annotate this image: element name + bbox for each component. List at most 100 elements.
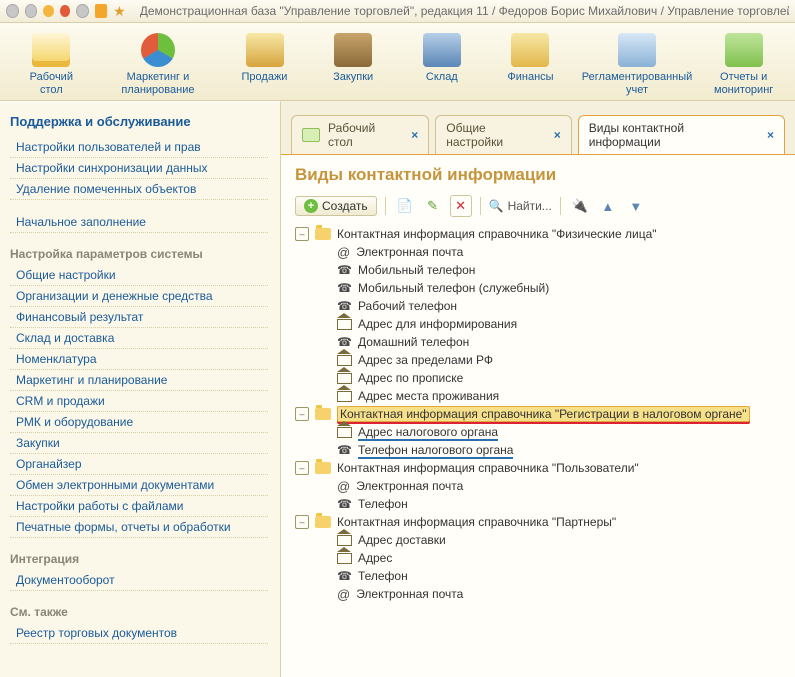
sidebar-group-integration: Интеграция <box>10 552 268 566</box>
tree-item[interactable]: @Электронная почта <box>317 243 781 261</box>
tab-label: Общие настройки <box>446 121 546 149</box>
sidebar-link-int-0[interactable]: Документооборот <box>10 570 268 591</box>
nav-label: Продажи <box>224 71 305 84</box>
tree-item[interactable]: Адрес доставки <box>317 531 781 549</box>
finance-icon <box>511 33 549 67</box>
home-icon[interactable] <box>95 4 107 18</box>
tree-folder[interactable]: –Контактная информация справочника "Физи… <box>295 225 781 243</box>
tab-desk[interactable]: Рабочий стол× <box>291 115 429 154</box>
tab-close-icon[interactable]: × <box>554 128 561 142</box>
tree-item[interactable]: ☎Телефон <box>317 495 781 513</box>
sidebar-link-param-7[interactable]: РМК и оборудование <box>10 412 268 433</box>
tree-item[interactable]: ☎ Рабочий телефон <box>317 297 781 315</box>
tree-item[interactable]: Адрес по прописке <box>317 369 781 387</box>
nav-label: Регламентированныйучет <box>579 71 696 96</box>
move-down-button[interactable]: ▼ <box>625 195 647 217</box>
sidebar: Поддержка и обслуживание Настройки польз… <box>0 101 281 677</box>
tree-toggle[interactable]: – <box>295 515 309 529</box>
sidebar-link-param-5[interactable]: Маркетинг и планирование <box>10 370 268 391</box>
sidebar-link-param-9[interactable]: Органайзер <box>10 454 268 475</box>
nav-sales[interactable]: Продажи <box>223 27 306 98</box>
star-icon[interactable]: ★ <box>113 3 126 20</box>
desk-icon <box>302 128 320 142</box>
tree-view[interactable]: –Контактная информация справочника "Физи… <box>295 225 781 603</box>
address-icon <box>337 319 352 330</box>
nav-desk[interactable]: Рабочийстол <box>10 27 93 98</box>
tree-label: Адрес за пределами РФ <box>358 353 493 367</box>
phone-icon: ☎ <box>337 299 352 313</box>
tree-item[interactable]: Адрес за пределами РФ <box>317 351 781 369</box>
mail-icon: @ <box>337 245 350 260</box>
sidebar-link-param-0[interactable]: Общие настройки <box>10 265 268 286</box>
sidebar-link-param-11[interactable]: Настройки работы с файлами <box>10 496 268 517</box>
tree-folder[interactable]: – Контактная информация справочника "Парт… <box>295 513 781 531</box>
window-minimize[interactable] <box>43 5 54 17</box>
sidebar-link-param-10[interactable]: Обмен электронными документами <box>10 475 268 496</box>
address-icon <box>337 355 352 366</box>
tree-item[interactable]: ☎Телефон налогового органа <box>317 441 781 459</box>
tree-item[interactable]: Адрес места проживания <box>317 387 781 405</box>
tab-label: Виды контактной информации <box>589 121 759 149</box>
tree-item[interactable]: @Электронная почта <box>317 585 781 603</box>
move-up-button[interactable]: ▲ <box>597 195 619 217</box>
edit-button[interactable]: ✎ <box>422 195 444 217</box>
nav-stock[interactable]: Склад <box>400 27 483 98</box>
page-heading: Виды контактной информации <box>295 165 781 185</box>
folder-icon <box>315 408 331 420</box>
desk-icon <box>32 33 70 67</box>
tab-general[interactable]: Общие настройки × <box>435 115 572 154</box>
tree-toggle[interactable]: – <box>295 227 309 241</box>
link-button[interactable]: 🔌 <box>569 195 591 217</box>
sidebar-link-top-0[interactable]: Настройки пользователей и прав <box>10 137 268 158</box>
tab-close-icon[interactable]: × <box>411 128 418 142</box>
tree-toggle[interactable]: – <box>295 407 309 421</box>
tree-label: Рабочий телефон <box>358 299 457 313</box>
sidebar-link-param-3[interactable]: Склад и доставка <box>10 328 268 349</box>
sidebar-link-see-0[interactable]: Реестр торговых документов <box>10 623 268 644</box>
delete-button[interactable]: ✕ <box>450 195 472 217</box>
reg-icon <box>618 33 656 67</box>
create-label: Создать <box>322 199 368 213</box>
tree-item[interactable]: ☎Домашний телефон <box>317 333 781 351</box>
search-icon: 🔍 <box>489 199 504 213</box>
tree-item[interactable]: Адрес налогового органа <box>317 423 781 441</box>
sidebar-link-param-4[interactable]: Номенклатура <box>10 349 268 370</box>
folder-icon <box>315 516 331 528</box>
tree-folder[interactable]: –Контактная информация справочника "Поль… <box>295 459 781 477</box>
tree-item[interactable]: Адрес <box>317 549 781 567</box>
nav-marketing[interactable]: Маркетинг ипланирование <box>99 27 218 98</box>
tree-item[interactable]: ☎Телефон <box>317 567 781 585</box>
window-button[interactable] <box>6 4 19 18</box>
sidebar-link-init[interactable]: Начальное заполнение <box>10 212 268 233</box>
purchase-icon <box>334 33 372 67</box>
sidebar-link-top-1[interactable]: Настройки синхронизации данных <box>10 158 268 179</box>
tree-folder[interactable]: –Контактная информация справочника "Реги… <box>295 405 781 423</box>
copy-button[interactable]: 📄 <box>394 195 416 217</box>
tree-item[interactable]: Адрес для информирования <box>317 315 781 333</box>
nav-purchase[interactable]: Закупки <box>312 27 395 98</box>
sidebar-link-param-1[interactable]: Организации и денежные средства <box>10 286 268 307</box>
window-button[interactable] <box>25 4 38 18</box>
tab-contacts[interactable]: Виды контактной информации × <box>578 115 785 154</box>
nav-reg[interactable]: Регламентированныйучет <box>578 27 697 98</box>
sidebar-link-top-2[interactable]: Удаление помеченных объектов <box>10 179 268 200</box>
address-icon <box>337 391 352 402</box>
nav-reports[interactable]: Отчеты имониторинг <box>702 27 785 98</box>
sidebar-group-params: Настройка параметров системы <box>10 247 268 261</box>
sidebar-link-param-2[interactable]: Финансовый результат <box>10 307 268 328</box>
tab-close-icon[interactable]: × <box>767 128 774 142</box>
tree-item[interactable]: ☎Мобильный телефон <box>317 261 781 279</box>
window-close[interactable] <box>60 5 71 17</box>
find-button[interactable]: 🔍 Найти... <box>489 199 552 213</box>
sidebar-link-param-8[interactable]: Закупки <box>10 433 268 454</box>
tree-label: Контактная информация справочника "Партн… <box>337 515 616 529</box>
sidebar-link-param-6[interactable]: CRM и продажи <box>10 391 268 412</box>
create-button[interactable]: + Создать <box>295 196 377 216</box>
nav-finance[interactable]: Финансы <box>489 27 572 98</box>
sidebar-link-param-12[interactable]: Печатные формы, отчеты и обработки <box>10 517 268 538</box>
tree-toggle[interactable]: – <box>295 461 309 475</box>
window-button[interactable] <box>76 4 89 18</box>
find-label: Найти... <box>508 199 552 213</box>
tree-item[interactable]: ☎Мобильный телефон (служебный) <box>317 279 781 297</box>
tree-item[interactable]: @Электронная почта <box>317 477 781 495</box>
